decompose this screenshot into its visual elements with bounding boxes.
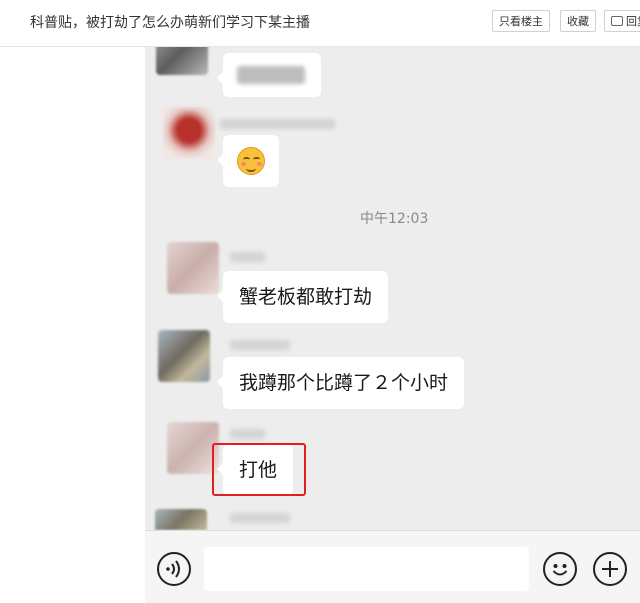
blurred-text [237,66,305,84]
sender-name-blurred [230,340,290,350]
emoji-icon[interactable] [543,552,577,586]
message-input[interactable] [204,547,529,591]
chat-timestamp: 中午12:03 [360,211,429,227]
message-bubble: 蟹老板都敢打劫 [216,271,389,323]
voice-icon[interactable] [157,552,191,586]
avatar [167,242,219,294]
emoji-face [552,564,568,576]
smiling-emoji [237,147,265,175]
post-title: 科普贴，被打劫了怎么办萌新们学习下某主播 [30,15,310,31]
avatar [155,509,207,530]
plus-icon[interactable] [593,552,627,586]
message-icon [611,16,623,26]
only-louzhu-button[interactable]: 只看楼主 [492,10,550,32]
favorite-button[interactable]: 收藏 [560,10,596,32]
message-bubble-blurred [217,53,321,97]
sender-name-blurred [230,252,265,262]
reply-button[interactable]: 回复 [604,10,640,32]
page-left-margin [0,47,130,603]
highlight-box [212,443,306,496]
sender-name-blurred [220,119,335,129]
avatar [163,107,215,159]
reply-label: 回复 [626,15,640,28]
avatar [156,47,208,75]
sender-name-blurred [230,513,290,523]
chat-screenshot: 中午12:03 蟹老板都敢打劫 我蹲那个比蹲了２个小时 打他 [145,47,640,603]
message-bubble-emoji [217,135,279,187]
post-header: 科普贴，被打劫了怎么办萌新们学习下某主播 只看楼主 收藏 回复 [0,0,640,47]
avatar [158,330,210,382]
message-bubble: 我蹲那个比蹲了２个小时 [216,357,465,409]
voice-waves [166,560,180,578]
sender-name-blurred [230,429,265,439]
chat-input-bar [145,530,640,603]
